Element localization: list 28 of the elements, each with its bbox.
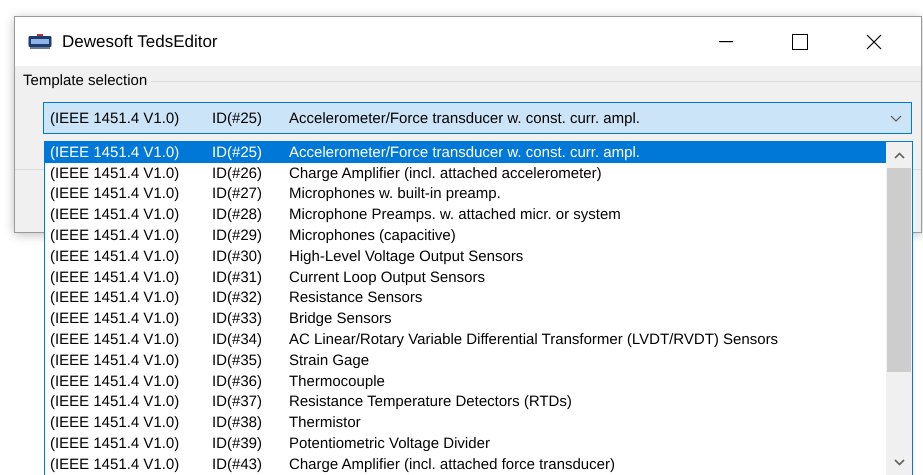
scrollbar-thumb[interactable] (887, 168, 911, 372)
group-label: Template selection (23, 72, 148, 89)
template-option[interactable]: (IEEE 1451.4 V1.0) ID(#32) Resistance Sensors (45, 288, 886, 308)
template-option[interactable]: (IEEE 1451.4 V1.0) ID(#29) Microphones (capacitive) (45, 225, 886, 246)
close-icon (866, 34, 882, 50)
template-option[interactable]: (IEEE 1451.4 V1.0) ID(#39) Potentiometric Voltage Divider (45, 433, 886, 454)
chevron-down-icon (890, 114, 902, 122)
minimize-icon (719, 40, 733, 42)
template-option[interactable]: (IEEE 1451.4 V1.0) ID(#31) Current Loop Output Sensors (45, 266, 886, 288)
maximize-icon (792, 34, 808, 50)
template-option[interactable]: (IEEE 1451.4 V1.0) ID(#38) Thermistor (45, 412, 886, 434)
template-option[interactable]: (IEEE 1451.4 V1.0) ID(#43) Charge Amplifier (incl. attached force transducer) (45, 454, 886, 475)
template-option[interactable]: (IEEE 1451.4 V1.0) ID(#33) Bridge Sensors (45, 308, 886, 330)
template-option[interactable]: (IEEE 1451.4 V1.0) ID(#37) Resistance Temperature Detectors (RTDs) (45, 392, 886, 412)
template-option[interactable]: (IEEE 1451.4 V1.0) ID(#25) Accelerometer/Force transducer w. const. curr. ampl. (45, 142, 886, 163)
app-icon (28, 34, 52, 50)
template-option[interactable]: (IEEE 1451.4 V1.0) ID(#27) Microphones w. built-in preamp. (45, 184, 886, 204)
template-dropdown[interactable]: (IEEE 1451.4 V1.0) ID(#25) Accelerometer/Force transducer w. const. curr. ampl. (43, 102, 912, 134)
scroll-down-icon[interactable] (894, 458, 904, 466)
scrollbar[interactable] (886, 142, 912, 475)
template-option[interactable]: (IEEE 1451.4 V1.0) ID(#26) Charge Amplifier (incl. attached accelerometer) (45, 162, 886, 184)
window-title: Dewesoft TedsEditor (62, 32, 219, 52)
template-option[interactable]: (IEEE 1451.4 V1.0) ID(#28) Microphone Preamps. w. attached micr. or system (45, 204, 886, 226)
template-option[interactable]: (IEEE 1451.4 V1.0) ID(#34) AC Linear/Rotary Variable Differential Transformer (LVDT/RVDT) Sensors (45, 329, 886, 350)
scroll-up-icon[interactable] (894, 152, 904, 158)
template-option[interactable]: (IEEE 1451.4 V1.0) ID(#30) High-Level Voltage Output Sensors (45, 246, 886, 267)
template-option[interactable]: (IEEE 1451.4 V1.0) ID(#35) Strain Gage (45, 350, 886, 371)
template-option[interactable]: (IEEE 1451.4 V1.0) ID(#36) Thermocouple (45, 370, 886, 392)
